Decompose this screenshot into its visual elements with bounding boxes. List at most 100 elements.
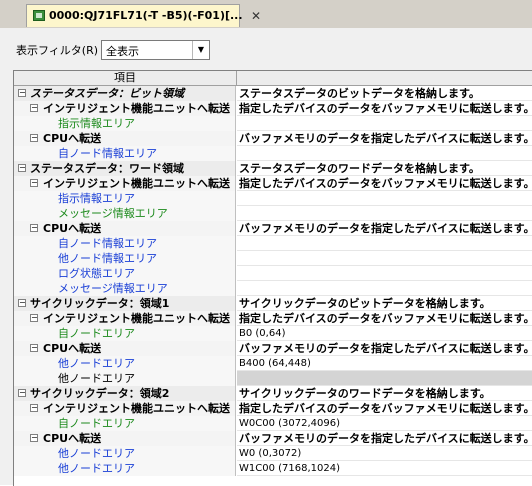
value-cell[interactable] [237,206,532,221]
collapse-toggle-icon[interactable]: − [18,299,26,307]
item-label: メッセージ情報エリア [58,282,168,295]
item-grid: 項目 − ステータスデータ：ビット領域 ステータスデータのビットデータを格納します。… [13,70,532,486]
item-cell: − ステータスデータ：ビット領域 [14,86,236,101]
table-row[interactable]: − CPUへ転送 バッファメモリのデータを指定したデバイスに転送します。 [14,131,532,146]
value-cell[interactable] [237,251,532,266]
item-cell: − CPUへ転送 [14,221,236,236]
value-cell[interactable] [237,116,532,131]
value-cell[interactable]: W0 (0,3072) [237,446,532,461]
item-label: 他ノードエリア [58,462,135,475]
table-row[interactable]: 他ノードエリア W1C00 (7168,1024) [14,461,532,476]
value-cell[interactable] [237,146,532,161]
value-cell[interactable] [237,266,532,281]
table-row[interactable]: 他ノードエリア B400 (64,448) [14,356,532,371]
item-cell: − CPUへ転送 [14,131,236,146]
item-label: 他ノードエリア [58,357,135,370]
item-label: ログ状態エリア [58,267,135,280]
value-cell[interactable]: W1C00 (7168,1024) [237,461,532,476]
value-cell[interactable]: W0C00 (3072,4096) [237,416,532,431]
chevron-down-icon[interactable]: ▼ [192,41,209,59]
table-row[interactable]: 自ノード情報エリア [14,236,532,251]
table-row[interactable]: メッセージ情報エリア [14,206,532,221]
item-cell: 指示情報エリア [14,191,236,206]
value-cell[interactable]: B0 (0,64) [237,326,532,341]
value-cell: バッファメモリのデータを指定したデバイスに転送します。 [239,342,532,355]
value-cell: 指定したデバイスのデータをバッファメモリに転送します。 [239,312,532,325]
table-row[interactable]: メッセージ情報エリア [14,281,532,296]
table-row[interactable]: − CPUへ転送 バッファメモリのデータを指定したデバイスに転送します。 [14,341,532,356]
collapse-toggle-icon[interactable]: − [30,179,38,187]
value-cell[interactable] [237,236,532,251]
table-row[interactable]: − インテリジェント機能ユニットへ転送 指定したデバイスのデータをバッファメモリに転… [14,176,532,191]
filter-selected-value: 全表示 [106,45,139,58]
table-row[interactable]: − サイクリックデータ：領域1 サイクリックデータのビットデータを格納します。 [14,296,532,311]
value-cell[interactable] [237,191,532,206]
table-row[interactable]: 自ノードエリア W0C00 (3072,4096) [14,416,532,431]
close-icon[interactable]: ✕ [251,9,261,23]
item-cell: 他ノードエリア [14,446,236,461]
parameter-panel: 表示フィルタ(R) 全表示 ▼ 項目 − ステータスデータ：ビット領域 ステータスデ… [0,28,532,486]
item-label: 他ノード情報エリア [58,252,157,265]
collapse-toggle-icon[interactable]: − [30,104,38,112]
table-row[interactable]: − ステータスデータ：ビット領域 ステータスデータのビットデータを格納します。 [14,86,532,101]
value-cell: 指定したデバイスのデータをバッファメモリに転送します。 [239,402,532,415]
header-item-column: 項目 [14,71,237,85]
value-cell: 指定したデバイスのデータをバッファメモリに転送します。 [239,177,532,190]
table-row[interactable]: − CPUへ転送 バッファメモリのデータを指定したデバイスに転送します。 [14,431,532,446]
collapse-toggle-icon[interactable]: − [30,314,38,322]
item-cell: − CPUへ転送 [14,341,236,356]
value-cell[interactable]: B400 (64,448) [237,356,532,371]
item-cell: 他ノードエリア [14,371,236,386]
table-row[interactable]: 自ノード情報エリア [14,146,532,161]
collapse-toggle-icon[interactable]: − [30,134,38,142]
tab-title: 0000:QJ71FL71(-T -B5)(-F01)[... [49,9,243,22]
item-label: インテリジェント機能ユニットへ転送 [43,177,230,190]
document-tab[interactable]: 0000:QJ71FL71(-T -B5)(-F01)[... ✕ [26,4,261,27]
collapse-toggle-icon[interactable]: − [18,389,26,397]
table-row[interactable]: − インテリジェント機能ユニットへ転送 指定したデバイスのデータをバッファメモリに転… [14,311,532,326]
table-row[interactable]: ログ状態エリア [14,266,532,281]
collapse-toggle-icon[interactable]: − [30,224,38,232]
row-divider [237,475,532,476]
item-cell: 自ノードエリア [14,326,236,341]
table-row[interactable]: 他ノードエリア [14,371,532,386]
value-cell[interactable] [237,281,532,296]
table-row[interactable]: 他ノードエリア W0 (0,3072) [14,446,532,461]
item-cell: − インテリジェント機能ユニットへ転送 [14,311,236,326]
item-cell: − CPUへ転送 [14,431,236,446]
table-row[interactable]: − サイクリックデータ：領域2 サイクリックデータのワードデータを格納します。 [14,386,532,401]
item-label: インテリジェント機能ユニットへ転送 [43,402,230,415]
value-cell: サイクリックデータのビットデータを格納します。 [239,297,491,310]
table-row[interactable]: 指示情報エリア [14,116,532,131]
collapse-toggle-icon[interactable]: − [30,404,38,412]
item-cell: メッセージ情報エリア [14,206,236,221]
item-cell: 自ノード情報エリア [14,236,236,251]
item-label: CPUへ転送 [43,342,102,355]
table-row[interactable]: − インテリジェント機能ユニットへ転送 指定したデバイスのデータをバッファメモリに転… [14,401,532,416]
value-cell: バッファメモリのデータを指定したデバイスに転送します。 [239,222,532,235]
item-label: 指示情報エリア [58,192,135,205]
value-cell[interactable] [237,371,532,386]
value-cell: ステータスデータのビットデータを格納します。 [239,87,480,100]
table-row[interactable]: − ステータスデータ：ワード領域 ステータスデータのワードデータを格納します。 [14,161,532,176]
collapse-toggle-icon[interactable]: − [18,89,26,97]
table-row[interactable]: − CPUへ転送 バッファメモリのデータを指定したデバイスに転送します。 [14,221,532,236]
value-cell: バッファメモリのデータを指定したデバイスに転送します。 [239,432,532,445]
item-label: インテリジェント機能ユニットへ転送 [43,102,230,115]
collapse-toggle-icon[interactable]: − [30,434,38,442]
table-row[interactable]: 指示情報エリア [14,191,532,206]
display-filter-select[interactable]: 全表示 ▼ [101,40,210,60]
table-row[interactable]: 他ノード情報エリア [14,251,532,266]
item-cell: 自ノード情報エリア [14,146,236,161]
value-cell: サイクリックデータのワードデータを格納します。 [239,387,491,400]
table-row[interactable]: 自ノードエリア B0 (0,64) [14,326,532,341]
item-cell: 他ノードエリア [14,461,236,476]
item-cell: − サイクリックデータ：領域2 [14,386,236,401]
item-label: 自ノード情報エリア [58,237,157,250]
collapse-toggle-icon[interactable]: − [30,344,38,352]
collapse-toggle-icon[interactable]: − [18,164,26,172]
item-cell: 指示情報エリア [14,116,236,131]
table-row[interactable]: − インテリジェント機能ユニットへ転送 指定したデバイスのデータをバッファメモリに転… [14,101,532,116]
item-label: 自ノードエリア [58,327,135,340]
item-label: 自ノードエリア [58,417,135,430]
